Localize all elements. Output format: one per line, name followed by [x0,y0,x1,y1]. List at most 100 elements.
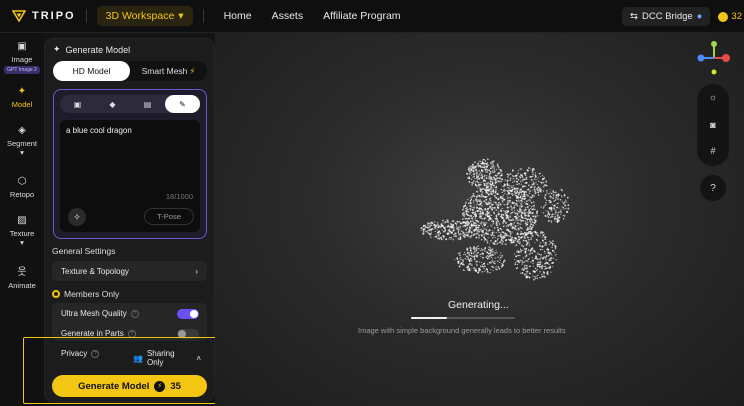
ultra-mesh-toggle[interactable] [177,309,199,319]
multiview-input-tab[interactable]: ▤ [130,95,165,113]
point-cloud-dot [522,249,524,251]
point-cloud-dot [460,222,462,225]
texture-topology-row[interactable]: Texture & Topology › [52,261,207,281]
axis-gizmo-icon[interactable] [694,40,734,76]
multiview-icon: ▤ [143,99,152,109]
point-cloud-dot [478,185,480,188]
point-cloud-dot [526,211,528,214]
point-cloud-dot [490,165,493,167]
point-cloud-dot [499,182,501,184]
mode-hd-model[interactable]: HD Model [53,61,130,81]
point-cloud-dot [524,217,526,219]
point-cloud-dot [496,242,499,245]
magic-wand-button[interactable]: ✧ [68,208,86,226]
image-input-tab[interactable]: ▣ [60,95,95,113]
point-cloud-dot [473,255,476,258]
point-cloud-dot [495,203,498,206]
tripo-logo[interactable]: TRIPO [12,9,76,23]
point-cloud-dot [486,203,489,206]
point-cloud-dot [449,236,451,239]
point-cloud-dot [483,176,485,178]
lighting-icon[interactable]: ☼ [697,92,729,102]
point-cloud-dot [452,238,455,241]
rail-item-retopo[interactable]: ⬡ Retopo [0,176,44,199]
point-cloud-dot [489,167,492,169]
point-cloud-dot [532,265,534,267]
grid-icon[interactable]: # [697,146,729,156]
nav-affiliate[interactable]: Affiliate Program [323,10,400,22]
point-cloud-dot [509,173,511,175]
nav-assets[interactable]: Assets [272,10,304,22]
gen-parts-toggle[interactable] [177,329,199,339]
point-cloud-dot [475,195,478,198]
point-cloud-dot [511,209,513,211]
viewport-toolbar: ☼ ◙ # [697,84,729,166]
rail-item-model[interactable]: ✦ Model [0,86,44,109]
rail-item-texture[interactable]: ▨ Texture ▾ [0,215,44,247]
point-cloud-dot [552,215,554,218]
point-cloud-dot [521,178,524,181]
point-cloud-dot [531,227,533,229]
point-cloud-dot [546,192,548,194]
point-cloud-dot [483,199,485,202]
dcc-bridge-button[interactable]: ⇆ DCC Bridge ● [622,7,711,26]
point-cloud-dot [521,200,524,202]
point-cloud-dot [564,201,566,203]
point-cloud-dot [442,238,444,240]
point-cloud-dot [485,189,488,192]
point-cloud-dot [475,249,478,252]
point-cloud-dot [529,230,532,233]
point-cloud-dot [462,207,465,209]
info-icon[interactable]: ? [91,349,100,358]
divider [202,9,204,23]
point-cloud-dot [493,251,496,254]
point-cloud-dot [485,221,487,223]
point-cloud-dot [499,180,502,182]
workspace-dropdown[interactable]: 3D Workspace ▾ [96,6,193,26]
point-cloud-dot [467,265,470,267]
nav-home[interactable]: Home [224,10,252,22]
sharing-dropdown[interactable]: 👥 Sharing Only ˄ [133,349,201,367]
camera-icon[interactable]: ◙ [697,120,729,130]
tpose-button[interactable]: T-Pose [144,208,194,225]
point-cloud-dot [464,201,467,204]
point-cloud-dot [479,210,481,213]
rail-item-segment[interactable]: ◈ Segment ▾ [0,125,44,157]
mode-smart-mesh[interactable]: Smart Mesh ⚡ [130,61,207,81]
point-cloud-dot [469,214,471,216]
point-cloud-dot [458,232,460,234]
point-cloud-dot [503,259,506,262]
point-cloud-dot [492,230,494,232]
point-cloud-dot [479,269,482,271]
point-cloud-dot [531,175,534,178]
text-input-tab[interactable]: ✎ [165,95,200,113]
point-cloud-dot [533,249,535,252]
point-cloud-dot [496,177,499,179]
point-cloud-dot [534,270,537,273]
point-cloud-dot [507,201,509,204]
point-cloud-dot [533,231,535,233]
point-cloud-dot [534,215,537,218]
credits-display[interactable]: 32 [718,11,744,22]
point-cloud-dot [523,248,526,250]
point-cloud-dot [514,245,516,247]
help-button[interactable]: ? [700,175,726,201]
point-cloud-dot [475,253,477,255]
point-cloud-dot [478,213,480,215]
point-cloud-dot [493,201,495,203]
rail-item-animate[interactable]: 웃 Animate [0,263,44,290]
cube-input-tab[interactable]: ◆ [95,95,130,113]
point-cloud-dot [543,195,546,198]
chevron-down-icon: ▾ [20,148,24,157]
point-cloud-dot [480,184,482,186]
point-cloud-dot [515,202,517,204]
point-cloud-dot [486,239,488,241]
prompt-textarea[interactable]: a blue cool dragon 18/1000 ✧ T-Pose [60,120,200,232]
generate-model-button[interactable]: Generate Model ⚡ 35 [52,375,207,397]
point-cloud-dot [479,173,481,175]
point-cloud-dot [525,275,528,278]
point-cloud-dot [481,202,483,204]
info-icon[interactable]: ? [127,329,136,338]
rail-item-image[interactable]: ▣ Image GPT Image 2 [0,41,44,74]
info-icon[interactable]: ? [130,309,139,318]
